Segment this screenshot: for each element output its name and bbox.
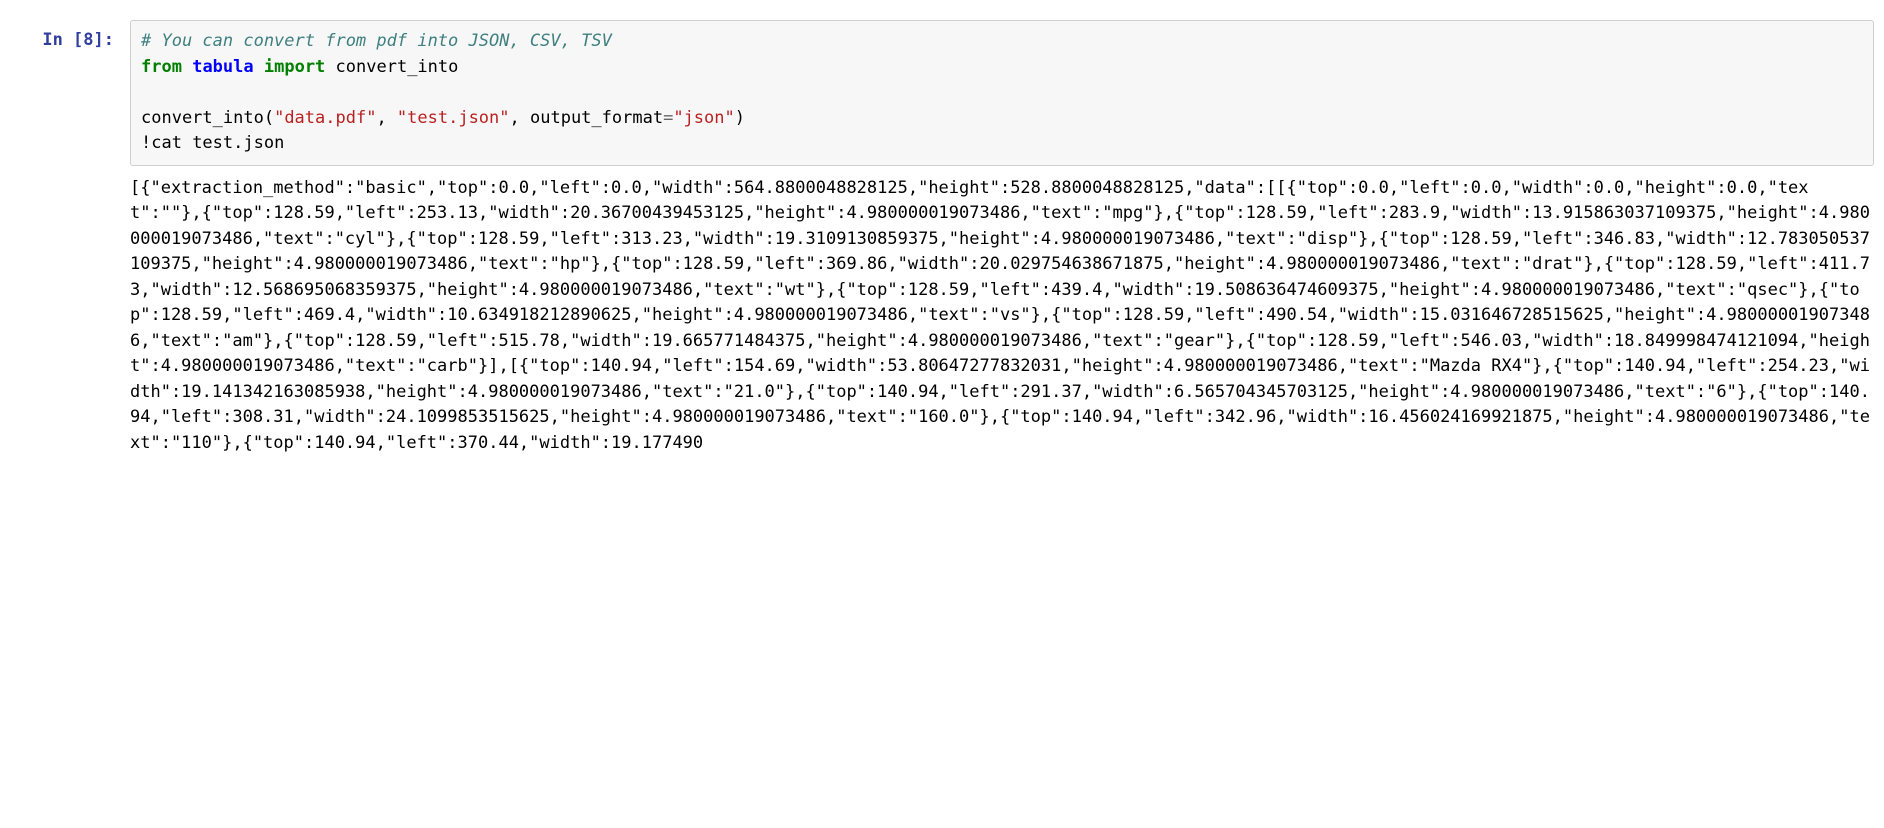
shell-command: cat test.json — [151, 133, 284, 153]
import-name: convert_into — [336, 57, 459, 77]
shell-magic-bang: ! — [141, 133, 151, 153]
equals-op: = — [663, 108, 673, 128]
notebook-cell: In [8]: # You can convert from pdf into … — [10, 20, 1874, 166]
code-comment: # You can convert from pdf into JSON, CS… — [141, 31, 612, 51]
function-call: convert_into — [141, 108, 264, 128]
kwarg-name: output_format — [530, 108, 663, 128]
comma-1: , — [376, 108, 396, 128]
cell-output-text: [{"extraction_method":"basic","top":0.0,… — [130, 172, 1874, 457]
prompt-column: In [8]: — [10, 20, 130, 53]
output-prompt-column — [10, 172, 130, 180]
keyword-import: import — [264, 57, 325, 77]
comma-2: , — [510, 108, 530, 128]
keyword-from: from — [141, 57, 182, 77]
paren-open: ( — [264, 108, 274, 128]
input-prompt-label: In [8]: — [42, 30, 114, 50]
module-name: tabula — [192, 57, 253, 77]
paren-close: ) — [735, 108, 745, 128]
code-input-area[interactable]: # You can convert from pdf into JSON, CS… — [130, 20, 1874, 166]
string-arg-3: "json" — [673, 108, 734, 128]
output-cell: [{"extraction_method":"basic","top":0.0,… — [10, 172, 1874, 457]
string-arg-2: "test.json" — [397, 108, 510, 128]
string-arg-1: "data.pdf" — [274, 108, 376, 128]
